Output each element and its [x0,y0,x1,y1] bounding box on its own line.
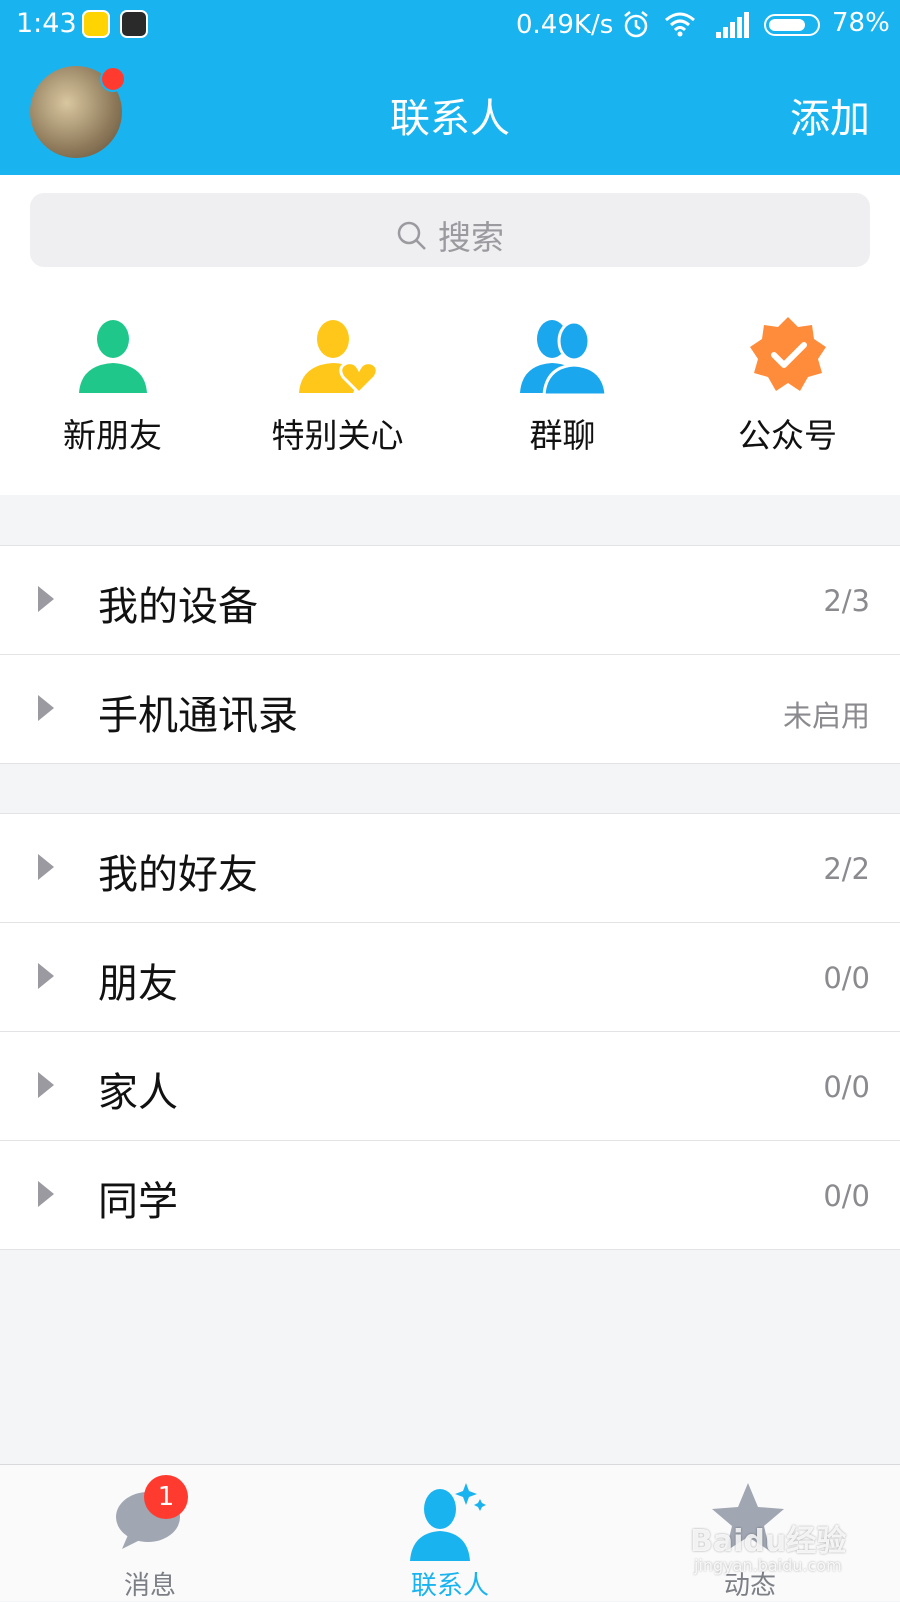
group-list-friends: 我的好友 2/2 朋友 0/0 家人 0/0 同学 0/0 [0,813,900,1250]
music-app-icon [82,10,110,38]
signal-icon [716,12,750,42]
list-item[interactable]: 我的设备 2/3 [0,546,900,655]
quick-label: 特别关心 [271,416,404,455]
expand-triangle-icon [38,695,54,721]
list-item-label: 朋友 [98,961,178,1007]
quick-label: 公众号 [738,416,837,455]
baidu-watermark-url: jingyan.baidu.com [694,1556,842,1575]
battery-icon [764,14,820,36]
quick-new-friend[interactable]: 新朋友 [0,315,225,457]
quick-label: 新朋友 [63,416,162,455]
expand-triangle-icon [38,586,54,612]
list-item-label: 我的好友 [98,852,258,898]
unread-badge: 1 [144,1475,188,1519]
new-friend-icon [73,320,153,399]
list-item-label: 手机通讯录 [98,693,298,739]
expand-triangle-icon [38,963,54,989]
tab-label: 消息 [123,1571,176,1601]
list-item-label: 家人 [98,1070,178,1116]
list-item-label: 同学 [98,1179,178,1225]
list-item-count: 0/0 [823,1070,870,1104]
contacts-icon [408,1479,488,1567]
list-item-count: 2/3 [823,584,870,618]
alarm-icon [622,10,650,44]
list-item-count: 2/2 [823,852,870,886]
special-care-icon [293,320,383,399]
list-item-label: 我的设备 [98,584,258,630]
quick-group-chat[interactable]: 群聊 [450,315,675,457]
search-section: 搜索 新朋友 特别关心 群聊 公众号 [0,175,900,495]
quick-special-care[interactable]: 特别关心 [225,315,450,457]
battery-percent: 78% [832,8,890,38]
baidu-watermark: Baidu经验 [690,1524,847,1559]
battery-fill [769,19,805,31]
tab-contacts[interactable]: 联系人 [300,1465,600,1601]
quick-official-account[interactable]: 公众号 [675,315,900,457]
list-item-count: 0/0 [823,1179,870,1213]
search-icon [396,220,428,260]
page-title: 联系人 [390,96,510,142]
wifi-icon [664,10,696,42]
list-item[interactable]: 手机通讯录 未启用 [0,655,900,764]
group-list-top: 我的设备 2/3 手机通讯录 未启用 [0,545,900,764]
expand-triangle-icon [38,1072,54,1098]
group-chat-icon [518,320,608,399]
title-bar: 联系人 添加 [0,50,900,175]
tab-label: 联系人 [410,1571,489,1601]
search-placeholder: 搜索 [438,218,504,257]
add-button[interactable]: 添加 [790,86,870,144]
quick-label: 群聊 [529,416,596,455]
list-item[interactable]: 家人 0/0 [0,1032,900,1141]
expand-triangle-icon [38,854,54,880]
tab-messages[interactable]: 1 消息 [0,1465,300,1601]
list-item[interactable]: 朋友 0/0 [0,923,900,1032]
status-bar: 1:43 0.49K/s 78% [0,0,900,50]
network-speed: 0.49K/s [516,10,614,40]
list-item[interactable]: 同学 0/0 [0,1141,900,1250]
list-item[interactable]: 我的好友 2/2 [0,814,900,923]
official-account-icon [748,317,828,399]
list-item-count: 0/0 [823,961,870,995]
search-input[interactable]: 搜索 [30,193,870,267]
expand-triangle-icon [38,1181,54,1207]
status-time: 1:43 [16,8,77,39]
app-icon [120,10,148,38]
list-item-count: 未启用 [782,699,870,733]
